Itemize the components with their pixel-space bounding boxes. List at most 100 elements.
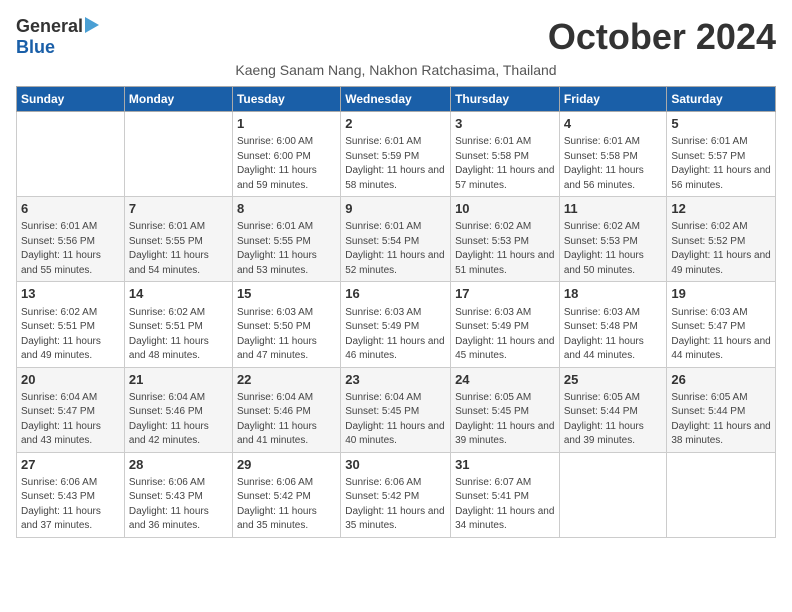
header-wednesday: Wednesday	[341, 87, 451, 112]
day-number: 1	[237, 115, 336, 133]
day-number: 2	[345, 115, 446, 133]
logo-blue-text: Blue	[16, 37, 55, 58]
day-number: 6	[21, 200, 120, 218]
calendar-table: SundayMondayTuesdayWednesdayThursdayFrid…	[16, 86, 776, 538]
day-number: 10	[455, 200, 555, 218]
calendar-cell: 31 Sunrise: 6:07 AM Sunset: 5:41 PM Dayli…	[451, 452, 560, 537]
day-info: Sunrise: 6:05 AM Sunset: 5:45 PM Dayligh…	[455, 391, 555, 449]
calendar-header: SundayMondayTuesdayWednesdayThursdayFrid…	[17, 87, 776, 112]
month-title: October 2024	[548, 16, 776, 58]
day-info: Sunrise: 6:02 AM Sunset: 5:52 PM Dayligh…	[671, 220, 771, 278]
day-number: 14	[129, 285, 228, 303]
day-number: 31	[455, 456, 555, 474]
calendar-cell	[17, 112, 125, 197]
day-info: Sunrise: 6:06 AM Sunset: 5:43 PM Dayligh…	[21, 476, 120, 534]
day-info: Sunrise: 6:06 AM Sunset: 5:42 PM Dayligh…	[237, 476, 336, 534]
header-thursday: Thursday	[451, 87, 560, 112]
day-info: Sunrise: 6:02 AM Sunset: 5:53 PM Dayligh…	[455, 220, 555, 278]
day-number: 29	[237, 456, 336, 474]
calendar-cell: 24 Sunrise: 6:05 AM Sunset: 5:45 PM Dayli…	[451, 367, 560, 452]
day-info: Sunrise: 6:02 AM Sunset: 5:51 PM Dayligh…	[129, 306, 228, 364]
day-number: 19	[671, 285, 771, 303]
day-number: 27	[21, 456, 120, 474]
day-info: Sunrise: 6:03 AM Sunset: 5:50 PM Dayligh…	[237, 306, 336, 364]
header-monday: Monday	[124, 87, 232, 112]
day-number: 28	[129, 456, 228, 474]
day-number: 13	[21, 285, 120, 303]
calendar-cell: 16 Sunrise: 6:03 AM Sunset: 5:49 PM Dayli…	[341, 282, 451, 367]
calendar-cell: 11Sunrise: 6:02 AM Sunset: 5:53 PM Dayli…	[559, 197, 667, 282]
day-number: 15	[237, 285, 336, 303]
day-info: Sunrise: 6:00 AM Sunset: 6:00 PM Dayligh…	[237, 135, 336, 193]
day-number: 9	[345, 200, 446, 218]
calendar-cell: 2 Sunrise: 6:01 AM Sunset: 5:59 PM Daylig…	[341, 112, 451, 197]
day-info: Sunrise: 6:04 AM Sunset: 5:46 PM Dayligh…	[129, 391, 228, 449]
header-row: SundayMondayTuesdayWednesdayThursdayFrid…	[17, 87, 776, 112]
calendar-cell	[124, 112, 232, 197]
day-info: Sunrise: 6:01 AM Sunset: 5:55 PM Dayligh…	[237, 220, 336, 278]
day-info: Sunrise: 6:01 AM Sunset: 5:57 PM Dayligh…	[671, 135, 771, 193]
day-number: 21	[129, 371, 228, 389]
calendar-cell: 27 Sunrise: 6:06 AM Sunset: 5:43 PM Dayli…	[17, 452, 125, 537]
week-row-3: 13 Sunrise: 6:02 AM Sunset: 5:51 PM Dayli…	[17, 282, 776, 367]
calendar-cell: 17 Sunrise: 6:03 AM Sunset: 5:49 PM Dayli…	[451, 282, 560, 367]
day-info: Sunrise: 6:05 AM Sunset: 5:44 PM Dayligh…	[671, 391, 771, 449]
day-number: 26	[671, 371, 771, 389]
calendar-cell: 3 Sunrise: 6:01 AM Sunset: 5:58 PM Daylig…	[451, 112, 560, 197]
day-number: 3	[455, 115, 555, 133]
day-number: 18	[564, 285, 663, 303]
day-info: Sunrise: 6:02 AM Sunset: 5:51 PM Dayligh…	[21, 306, 120, 364]
calendar-cell: 9Sunrise: 6:01 AM Sunset: 5:54 PM Daylig…	[341, 197, 451, 282]
header-saturday: Saturday	[667, 87, 776, 112]
logo-arrow-icon	[85, 17, 99, 33]
day-number: 25	[564, 371, 663, 389]
day-info: Sunrise: 6:03 AM Sunset: 5:49 PM Dayligh…	[345, 306, 446, 364]
day-info: Sunrise: 6:05 AM Sunset: 5:44 PM Dayligh…	[564, 391, 663, 449]
day-number: 12	[671, 200, 771, 218]
day-info: Sunrise: 6:01 AM Sunset: 5:58 PM Dayligh…	[564, 135, 663, 193]
logo: General Blue	[16, 16, 99, 58]
calendar-cell: 15 Sunrise: 6:03 AM Sunset: 5:50 PM Dayli…	[232, 282, 340, 367]
calendar-cell: 14 Sunrise: 6:02 AM Sunset: 5:51 PM Dayli…	[124, 282, 232, 367]
day-info: Sunrise: 6:04 AM Sunset: 5:47 PM Dayligh…	[21, 391, 120, 449]
calendar-cell: 6 Sunrise: 6:01 AM Sunset: 5:56 PM Daylig…	[17, 197, 125, 282]
day-number: 24	[455, 371, 555, 389]
calendar-cell: 1 Sunrise: 6:00 AM Sunset: 6:00 PM Daylig…	[232, 112, 340, 197]
calendar-cell: 28 Sunrise: 6:06 AM Sunset: 5:43 PM Dayli…	[124, 452, 232, 537]
calendar-cell: 26 Sunrise: 6:05 AM Sunset: 5:44 PM Dayli…	[667, 367, 776, 452]
day-info: Sunrise: 6:01 AM Sunset: 5:58 PM Dayligh…	[455, 135, 555, 193]
header-sunday: Sunday	[17, 87, 125, 112]
calendar-body: 1 Sunrise: 6:00 AM Sunset: 6:00 PM Daylig…	[17, 112, 776, 538]
calendar-cell: 23Sunrise: 6:04 AM Sunset: 5:45 PM Dayli…	[341, 367, 451, 452]
day-info: Sunrise: 6:04 AM Sunset: 5:46 PM Dayligh…	[237, 391, 336, 449]
day-info: Sunrise: 6:01 AM Sunset: 5:59 PM Dayligh…	[345, 135, 446, 193]
day-number: 4	[564, 115, 663, 133]
calendar-cell: 19 Sunrise: 6:03 AM Sunset: 5:47 PM Dayli…	[667, 282, 776, 367]
day-number: 22	[237, 371, 336, 389]
calendar-cell: 13 Sunrise: 6:02 AM Sunset: 5:51 PM Dayli…	[17, 282, 125, 367]
calendar-cell: 29 Sunrise: 6:06 AM Sunset: 5:42 PM Dayli…	[232, 452, 340, 537]
day-info: Sunrise: 6:01 AM Sunset: 5:55 PM Dayligh…	[129, 220, 228, 278]
day-info: Sunrise: 6:03 AM Sunset: 5:47 PM Dayligh…	[671, 306, 771, 364]
calendar-cell: 10 Sunrise: 6:02 AM Sunset: 5:53 PM Dayli…	[451, 197, 560, 282]
day-info: Sunrise: 6:03 AM Sunset: 5:49 PM Dayligh…	[455, 306, 555, 364]
week-row-2: 6 Sunrise: 6:01 AM Sunset: 5:56 PM Daylig…	[17, 197, 776, 282]
day-number: 17	[455, 285, 555, 303]
day-number: 8	[237, 200, 336, 218]
calendar-cell: 8 Sunrise: 6:01 AM Sunset: 5:55 PM Daylig…	[232, 197, 340, 282]
day-info: Sunrise: 6:06 AM Sunset: 5:42 PM Dayligh…	[345, 476, 446, 534]
page-header: General Blue October 2024	[16, 16, 776, 58]
day-number: 30	[345, 456, 446, 474]
calendar-cell: 18 Sunrise: 6:03 AM Sunset: 5:48 PM Dayli…	[559, 282, 667, 367]
week-row-1: 1 Sunrise: 6:00 AM Sunset: 6:00 PM Daylig…	[17, 112, 776, 197]
day-info: Sunrise: 6:01 AM Sunset: 5:56 PM Dayligh…	[21, 220, 120, 278]
day-info: Sunrise: 6:06 AM Sunset: 5:43 PM Dayligh…	[129, 476, 228, 534]
day-info: Sunrise: 6:07 AM Sunset: 5:41 PM Dayligh…	[455, 476, 555, 534]
calendar-cell: 22 Sunrise: 6:04 AM Sunset: 5:46 PM Dayli…	[232, 367, 340, 452]
calendar-cell: 7Sunrise: 6:01 AM Sunset: 5:55 PM Daylig…	[124, 197, 232, 282]
day-number: 16	[345, 285, 446, 303]
header-tuesday: Tuesday	[232, 87, 340, 112]
day-info: Sunrise: 6:03 AM Sunset: 5:48 PM Dayligh…	[564, 306, 663, 364]
week-row-5: 27 Sunrise: 6:06 AM Sunset: 5:43 PM Dayli…	[17, 452, 776, 537]
calendar-cell: 20Sunrise: 6:04 AM Sunset: 5:47 PM Dayli…	[17, 367, 125, 452]
